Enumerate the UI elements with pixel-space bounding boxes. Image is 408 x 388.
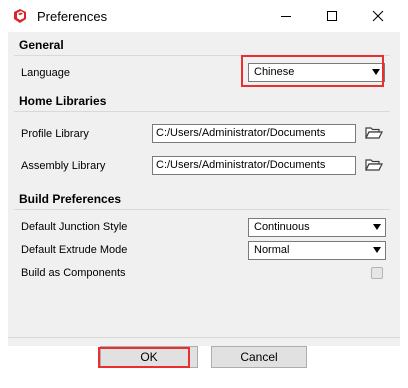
build-preferences-divider [14,209,390,210]
language-select[interactable]: Chinese [248,63,385,82]
close-icon [372,10,383,22]
build-preferences-heading: Build Preferences [19,192,122,206]
maximize-button[interactable] [309,0,354,32]
general-divider [14,55,390,56]
maximize-icon [326,11,337,21]
junction-style-select[interactable]: Continuous [248,218,386,237]
chevron-down-icon [372,69,380,75]
close-button[interactable] [355,0,400,32]
profile-library-input[interactable]: C:/Users/Administrator/Documents [152,124,356,143]
extrude-mode-value: Normal [254,244,290,256]
junction-style-label: Default Junction Style [21,221,128,233]
language-label: Language [21,67,70,79]
chevron-down-icon [373,224,381,230]
language-select-value: Chinese [254,66,295,78]
junction-style-value: Continuous [254,221,310,233]
window-title: Preferences [37,9,108,24]
home-libraries-divider [14,111,390,112]
home-libraries-heading: Home Libraries [19,94,107,108]
preferences-dialog: Preferences General Language Chinese Hom… [0,0,408,388]
title-bar[interactable]: Preferences [0,0,408,32]
sketchup-logo-icon [14,9,26,23]
assembly-library-input[interactable]: C:/Users/Administrator/Documents [152,156,356,175]
folder-open-icon[interactable] [365,125,383,141]
minimize-button[interactable] [263,0,308,32]
assembly-library-label: Assembly Library [21,160,106,172]
extrude-mode-label: Default Extrude Mode [21,244,128,256]
general-heading: General [19,38,64,52]
chevron-down-icon [373,247,381,253]
extrude-mode-select[interactable]: Normal [248,241,386,260]
ok-button[interactable]: OK [100,346,198,368]
folder-open-icon[interactable] [365,157,383,173]
cancel-button[interactable]: Cancel [211,346,307,368]
minimize-icon [280,16,291,17]
build-as-components-checkbox[interactable] [371,267,383,279]
build-as-components-label: Build as Components [21,267,126,279]
footer-divider [8,337,400,338]
profile-library-label: Profile Library [21,128,89,140]
